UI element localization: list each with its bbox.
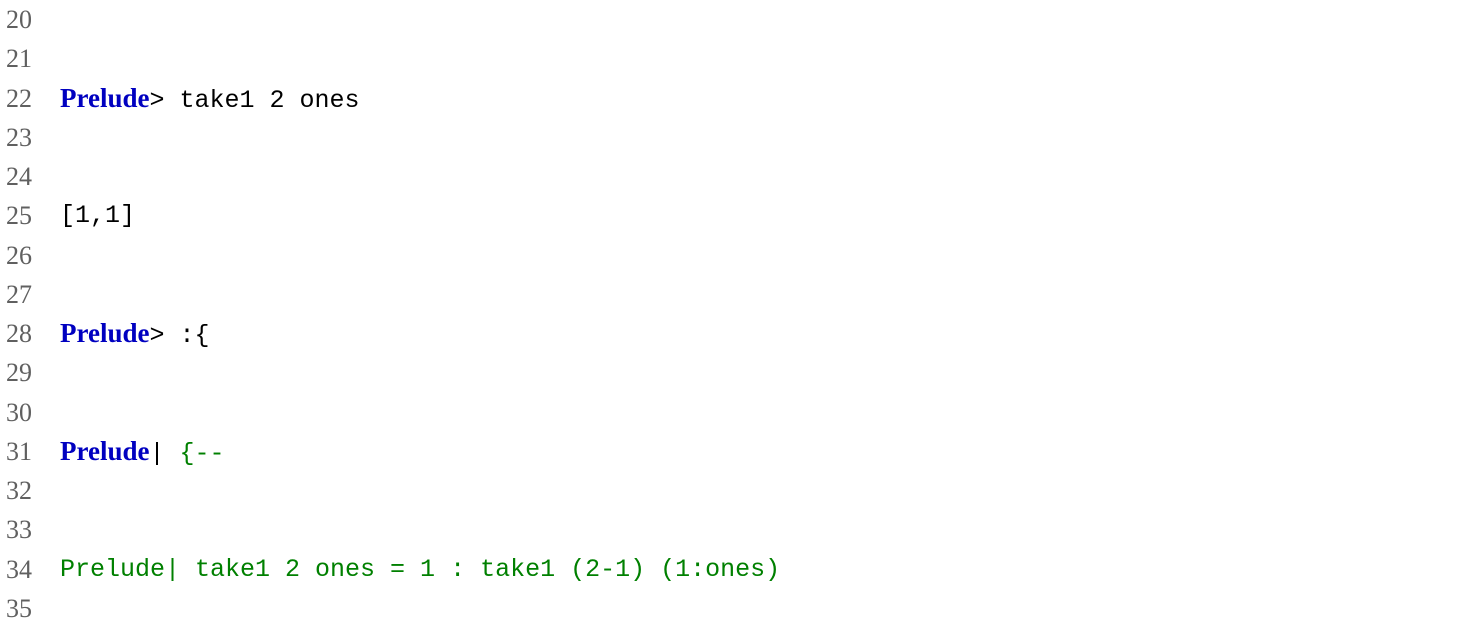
code-text: [1,1] bbox=[60, 201, 135, 230]
line-number: 20 bbox=[6, 0, 60, 39]
line-number: 25 bbox=[6, 196, 60, 235]
code-text: > :{ bbox=[150, 321, 210, 350]
line-number: 33 bbox=[6, 510, 60, 549]
line-number: 21 bbox=[6, 39, 60, 78]
code-line: Prelude| {-- bbox=[60, 432, 1470, 471]
prompt-keyword: Prelude bbox=[60, 318, 150, 348]
line-number: 35 bbox=[6, 589, 60, 628]
line-number: 29 bbox=[6, 353, 60, 392]
prompt-keyword: Prelude bbox=[60, 83, 150, 113]
line-number: 31 bbox=[6, 432, 60, 471]
code-line: Prelude> take1 2 ones bbox=[60, 79, 1470, 118]
line-number: 34 bbox=[6, 550, 60, 589]
code-line: Prelude| take1 2 ones = 1 : take1 (2-1) … bbox=[60, 550, 1470, 589]
code-block: 20 21 22 23 24 25 26 27 28 29 30 31 32 3… bbox=[0, 0, 1470, 628]
line-number: 26 bbox=[6, 236, 60, 275]
line-number-gutter: 20 21 22 23 24 25 26 27 28 29 30 31 32 3… bbox=[0, 0, 60, 628]
line-number: 27 bbox=[6, 275, 60, 314]
line-number: 28 bbox=[6, 314, 60, 353]
prompt-keyword: Prelude bbox=[60, 436, 150, 466]
line-number: 22 bbox=[6, 79, 60, 118]
comment-text: {-- bbox=[180, 439, 225, 468]
line-number: 30 bbox=[6, 393, 60, 432]
code-line: Prelude> :{ bbox=[60, 314, 1470, 353]
line-number: 23 bbox=[6, 118, 60, 157]
comment-text: Prelude| take1 2 ones = 1 : take1 (2-1) … bbox=[60, 555, 780, 584]
code-line: [1,1] bbox=[60, 196, 1470, 235]
line-number: 24 bbox=[6, 157, 60, 196]
code-area: Prelude> take1 2 ones [1,1] Prelude> :{ … bbox=[60, 0, 1470, 628]
line-number: 32 bbox=[6, 471, 60, 510]
code-text: > take1 2 ones bbox=[150, 86, 360, 115]
code-text: | bbox=[150, 439, 180, 468]
